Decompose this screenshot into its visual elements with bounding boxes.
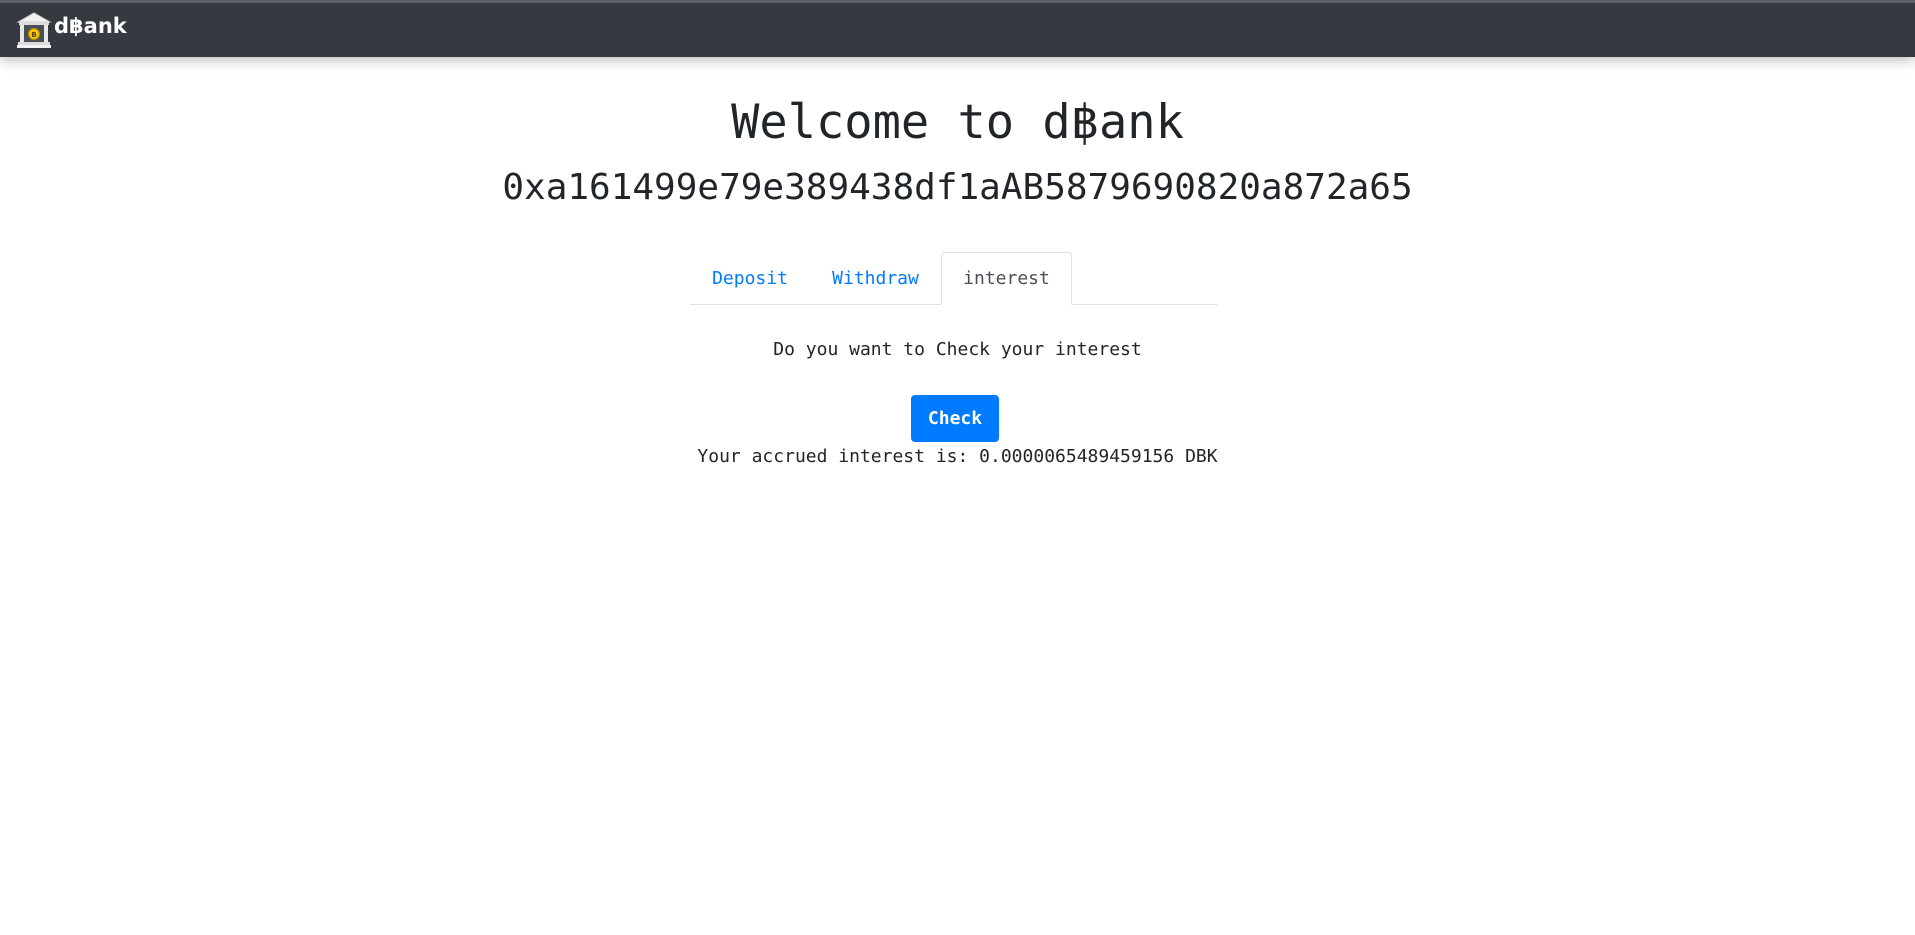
tab-bar: Deposit Withdraw interest bbox=[690, 252, 1218, 305]
tab-interest[interactable]: interest bbox=[941, 252, 1072, 305]
brand-link[interactable]: B d฿ank bbox=[16, 11, 127, 49]
interest-prompt: Do you want to Check your interest bbox=[773, 339, 1142, 360]
interest-result: Your accrued interest is: 0.000006548945… bbox=[697, 446, 1218, 467]
tab-withdraw[interactable]: Withdraw bbox=[810, 252, 941, 305]
svg-text:B: B bbox=[31, 31, 36, 39]
bank-icon: B bbox=[16, 12, 52, 48]
tab-deposit[interactable]: Deposit bbox=[690, 252, 810, 305]
account-address: 0xa161499e79e389438df1aAB5879690820a872a… bbox=[502, 167, 1413, 208]
brand-name: d฿ank bbox=[54, 14, 127, 38]
page-title: Welcome to d฿ank bbox=[731, 95, 1184, 150]
navbar: B d฿ank bbox=[0, 0, 1915, 57]
check-interest-button[interactable]: Check bbox=[911, 395, 999, 442]
